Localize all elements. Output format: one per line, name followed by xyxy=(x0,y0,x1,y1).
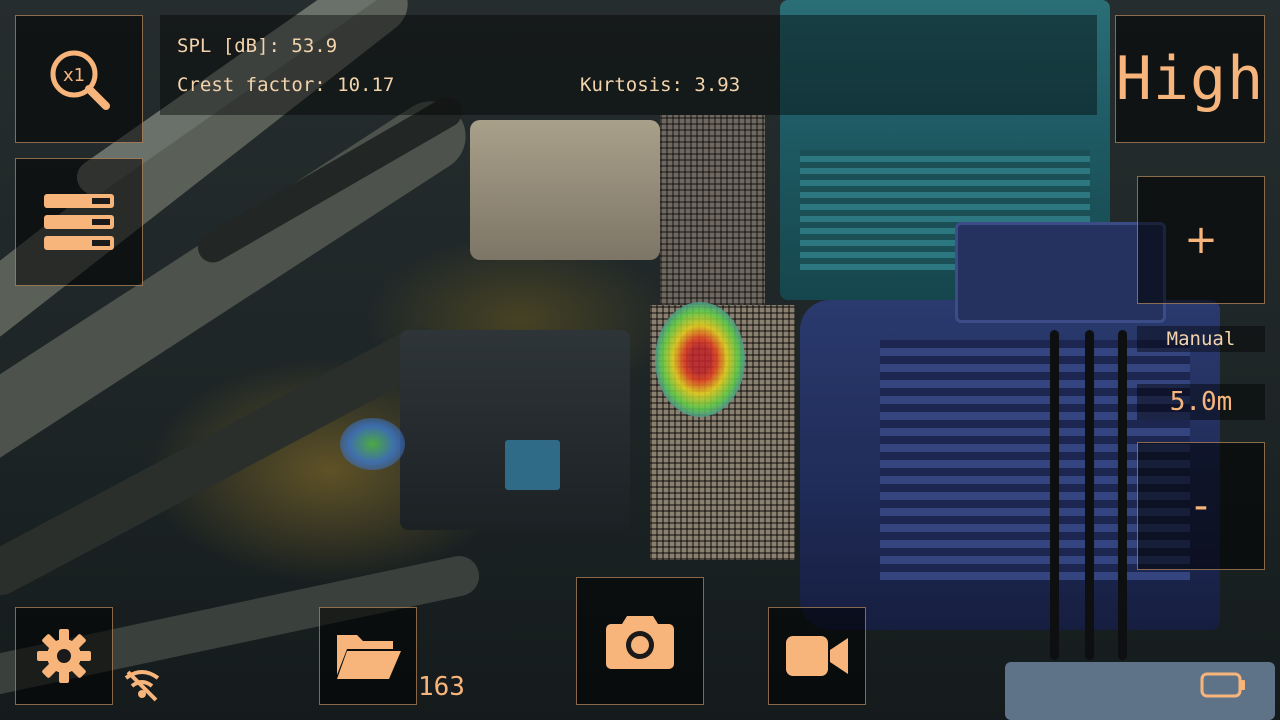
measurement-panel: SPL [dB]: 53.9 Crest factor: 10.17 Kurto… xyxy=(160,15,1097,115)
signal-off-icon xyxy=(124,670,160,702)
gallery-count: 163 xyxy=(418,672,465,702)
capture-photo-button[interactable] xyxy=(576,577,704,705)
distance-decrease-button[interactable]: - xyxy=(1137,442,1265,570)
settings-button[interactable] xyxy=(15,607,113,705)
distance-mode-label: Manual xyxy=(1137,326,1265,352)
camera-icon xyxy=(606,616,674,669)
acoustic-heatmap-hotspot xyxy=(655,302,745,417)
gallery-button[interactable] xyxy=(319,607,417,705)
sensitivity-label: High xyxy=(1115,44,1265,114)
zoom-level-text: x1 xyxy=(63,65,85,86)
distance-value: 5.0m xyxy=(1137,384,1265,420)
distance-increase-button[interactable]: + xyxy=(1137,176,1265,304)
menu-list-icon xyxy=(44,194,114,250)
plus-label: + xyxy=(1184,217,1218,263)
minus-label: - xyxy=(1193,483,1209,529)
record-video-button[interactable] xyxy=(768,607,866,705)
spl-readout: SPL [dB]: 53.9 xyxy=(177,35,338,57)
crest-factor-readout: Crest factor: 10.17 xyxy=(177,74,395,96)
zoom-button[interactable]: x1 xyxy=(15,15,143,143)
zoom-x1-icon: x1 xyxy=(50,50,110,110)
video-camera-icon xyxy=(786,636,848,676)
sensitivity-button[interactable]: High xyxy=(1115,15,1265,143)
kurtosis-readout: Kurtosis: 3.93 xyxy=(580,74,741,96)
acoustic-heatmap-secondary xyxy=(340,418,405,470)
battery-icon xyxy=(1200,672,1245,698)
folder-open-icon xyxy=(337,635,401,679)
menu-button[interactable] xyxy=(15,158,143,286)
gear-icon xyxy=(37,629,91,683)
